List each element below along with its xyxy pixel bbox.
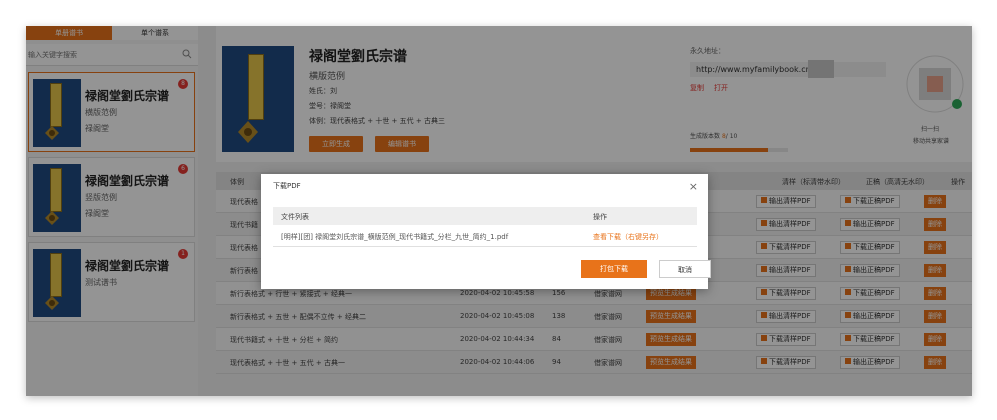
dialog-title: 下载PDF (273, 182, 301, 190)
file-name: [明样][团] 禄阁堂刘氏宗谱_横版范例_现代书籍式_分栏_九世_简约_1.pd… (281, 233, 509, 241)
app-window: 单册谱书 单个谱系 禄阁堂劉氏宗谱 横版范例 禄阁堂 8 禄阁堂劉氏宗谱 竖版范… (26, 26, 972, 396)
dialog-table-header: 文件列表 操作 (273, 207, 697, 225)
download-pdf-dialog: 下载PDF × 文件列表 操作 [明样][团] 禄阁堂刘氏宗谱_横版范例_现代书… (261, 174, 711, 289)
file-row: [明样][团] 禄阁堂刘氏宗谱_横版范例_现代书籍式_分栏_九世_简约_1.pd… (273, 225, 697, 247)
col-operation: 操作 (593, 213, 607, 221)
close-icon[interactable]: × (689, 180, 698, 193)
cancel-button[interactable]: 取消 (659, 260, 711, 278)
col-file-list: 文件列表 (281, 213, 309, 221)
file-download-link[interactable]: 查看下载（右键另存） (593, 232, 663, 242)
package-download-button[interactable]: 打包下载 (581, 260, 647, 278)
